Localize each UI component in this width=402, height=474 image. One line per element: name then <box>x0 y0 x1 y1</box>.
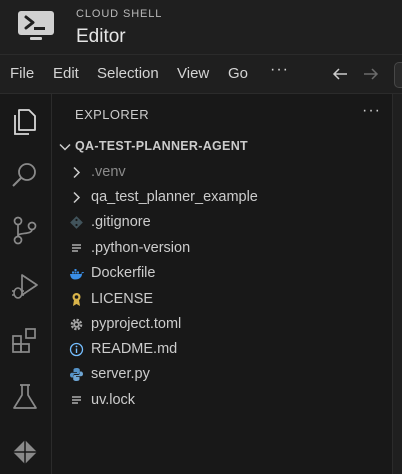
extensions-icon[interactable] <box>9 325 41 357</box>
git-icon <box>70 216 83 229</box>
tree-item-uv-lock[interactable]: uv.lock <box>52 388 392 413</box>
tree-item-venv[interactable]: .venv <box>52 160 392 185</box>
license-icon <box>72 293 81 306</box>
tree-item-dockerfile[interactable]: Dockerfile <box>52 261 392 286</box>
back-arrow-icon[interactable] <box>331 65 349 83</box>
tree-item-label: .python-version <box>91 240 191 256</box>
explorer-sidebar: EXPLORER ··· QA-TEST-PLANNER-AGENT .venv… <box>52 94 392 474</box>
chevron-down-icon <box>59 143 71 151</box>
menu-view[interactable]: View <box>177 65 209 83</box>
brand-subtitle: CLOUD SHELL <box>76 8 163 20</box>
gear-icon <box>70 318 83 331</box>
cloud-code-icon[interactable] <box>9 436 41 468</box>
tree-item-label: LICENSE <box>91 291 154 307</box>
lines-icon <box>72 396 81 404</box>
tree-item-label: uv.lock <box>91 392 136 408</box>
tree-item-pyproject[interactable]: pyproject.toml <box>52 312 392 337</box>
tree-item-label: server.py <box>91 366 150 382</box>
explorer-more-button[interactable]: ··· <box>362 102 381 120</box>
menu-selection[interactable]: Selection <box>97 65 159 83</box>
info-icon <box>69 342 84 357</box>
app-title: Editor <box>76 26 126 47</box>
search-icon[interactable] <box>9 159 41 191</box>
tree-item-label: README.md <box>91 341 178 357</box>
command-center-box[interactable] <box>394 62 402 88</box>
run-debug-icon[interactable] <box>9 270 41 302</box>
tree-item-qa-test-planner-example[interactable]: qa_test_planner_example <box>52 185 392 210</box>
menu-go[interactable]: Go <box>228 65 248 83</box>
tree-item-readme[interactable]: README.md <box>52 337 392 362</box>
editor-area <box>392 94 402 474</box>
menu-bar: File Edit Selection View Go ··· <box>0 55 402 94</box>
folder-header[interactable]: QA-TEST-PLANNER-AGENT <box>52 136 392 158</box>
forward-arrow-icon[interactable] <box>362 65 380 83</box>
brand: CLOUD SHELL Editor <box>76 8 162 50</box>
source-control-icon[interactable] <box>9 214 41 246</box>
menu-more-button[interactable]: ··· <box>270 61 289 79</box>
explorer-icon[interactable] <box>9 106 41 138</box>
cloud-shell-header: CLOUD SHELL Editor <box>0 0 402 55</box>
python-icon <box>70 368 83 381</box>
tree-item-label: .gitignore <box>91 214 151 230</box>
tree-item-label: qa_test_planner_example <box>91 189 258 205</box>
tree-item-label: .venv <box>91 164 126 180</box>
tree-item-server-py[interactable]: server.py <box>52 362 392 387</box>
tree-item-license[interactable]: LICENSE <box>52 287 392 312</box>
folder-name: QA-TEST-PLANNER-AGENT <box>75 139 248 153</box>
chevron-right-icon <box>73 166 81 179</box>
menu-edit[interactable]: Edit <box>53 65 79 83</box>
tree-item-python-version[interactable]: .python-version <box>52 236 392 261</box>
tree-item-gitignore[interactable]: .gitignore <box>52 210 392 235</box>
chevron-right-icon <box>73 191 81 204</box>
cloud-shell-logo-icon[interactable] <box>17 10 55 42</box>
explorer-title: EXPLORER <box>75 107 150 122</box>
docker-icon <box>70 269 84 280</box>
lines-icon <box>72 244 81 252</box>
menu-file[interactable]: File <box>10 65 34 83</box>
activity-bar <box>0 94 52 474</box>
tree-item-label: pyproject.toml <box>91 316 182 332</box>
testing-icon[interactable] <box>9 381 41 413</box>
tree-item-label: Dockerfile <box>91 265 156 281</box>
